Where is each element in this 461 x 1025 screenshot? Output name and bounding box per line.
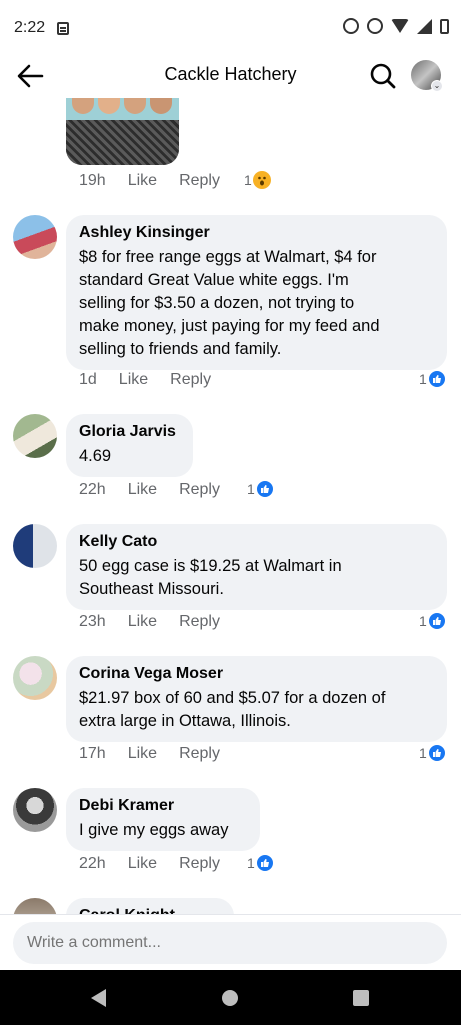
- comment-composer: [0, 914, 461, 970]
- comment-actions: 22h Like Reply: [79, 855, 220, 873]
- signal-icon: [417, 18, 432, 34]
- comment-text: 4.69: [79, 447, 112, 465]
- avatar[interactable]: [13, 524, 57, 568]
- reaction-count[interactable]: 1: [419, 370, 446, 388]
- comment-text: $21.97 box of 60 and $5.07 for a dozen o…: [79, 689, 386, 730]
- reaction-count[interactable]: 1: [419, 612, 446, 630]
- avatar[interactable]: [13, 898, 57, 914]
- comment-time: 19h: [79, 172, 106, 189]
- comment-actions: 1d Like Reply: [79, 371, 211, 389]
- comment-time: 1d: [79, 371, 97, 388]
- comment-time: 17h: [79, 745, 106, 762]
- reaction-count[interactable]: 1: [419, 744, 446, 762]
- reply-button[interactable]: Reply: [179, 855, 220, 873]
- sync-icon: [367, 18, 383, 34]
- like-reaction-icon: [255, 854, 274, 872]
- comment-time: 22h: [79, 481, 106, 498]
- app-header: Cackle Hatchery ⌄: [0, 56, 461, 96]
- comment-actions: 23h Like Reply: [79, 613, 220, 631]
- avatar[interactable]: [13, 414, 57, 458]
- comment-bubble[interactable]: Carol Knight: [66, 898, 234, 914]
- like-button[interactable]: Like: [128, 613, 157, 631]
- comment-author[interactable]: Corina Vega Moser: [79, 664, 433, 684]
- search-button[interactable]: [369, 62, 397, 90]
- comment-bubble[interactable]: Corina Vega Moser $21.97 box of 60 and $…: [66, 656, 447, 742]
- like-button[interactable]: Like: [128, 855, 157, 873]
- reaction-count[interactable]: 1: [247, 480, 274, 498]
- comment-actions: 17h Like Reply: [79, 745, 220, 763]
- profile-avatar-button[interactable]: ⌄: [411, 60, 443, 92]
- comment-time: 22h: [79, 855, 106, 872]
- status-icons: [343, 18, 449, 34]
- comments-feed[interactable]: 19h Like Reply 1 Ashley Kinsinger $8 for…: [0, 98, 461, 914]
- comment-author[interactable]: Carol Knight: [79, 906, 220, 914]
- avatar[interactable]: [13, 656, 57, 700]
- chevron-down-icon: ⌄: [431, 80, 443, 92]
- like-button[interactable]: Like: [128, 745, 157, 763]
- comment-bubble[interactable]: Debi Kramer I give my eggs away: [66, 788, 260, 851]
- like-button[interactable]: Like: [128, 172, 157, 190]
- like-reaction-icon: [427, 612, 446, 630]
- comment-input[interactable]: [13, 922, 447, 964]
- like-button[interactable]: Like: [128, 481, 157, 499]
- comment-actions: 22h Like Reply: [79, 481, 220, 499]
- back-nav-icon[interactable]: [91, 989, 106, 1007]
- comment-photo[interactable]: [66, 98, 179, 165]
- comment-author[interactable]: Ashley Kinsinger: [79, 223, 433, 243]
- wifi-icon: [391, 19, 409, 33]
- comment-text: $8 for free range eggs at Walmart, $4 fo…: [79, 248, 380, 358]
- reply-button[interactable]: Reply: [179, 172, 220, 190]
- reaction-count[interactable]: 1: [247, 854, 274, 872]
- notification-icon: [57, 21, 70, 35]
- home-nav-icon[interactable]: [222, 990, 238, 1006]
- like-reaction-icon: [427, 370, 446, 388]
- avatar[interactable]: [13, 215, 57, 259]
- system-nav-bar: [0, 970, 461, 1025]
- status-time: 2:22: [14, 19, 46, 36]
- comment-author[interactable]: Gloria Jarvis: [79, 422, 179, 442]
- comment-bubble[interactable]: Gloria Jarvis 4.69: [66, 414, 193, 477]
- reply-button[interactable]: Reply: [170, 371, 211, 389]
- alarm-icon: [343, 18, 359, 34]
- battery-icon: [440, 18, 449, 34]
- wow-reaction-icon: [252, 171, 271, 189]
- reply-button[interactable]: Reply: [179, 481, 220, 499]
- comment-bubble[interactable]: Kelly Cato 50 egg case is $19.25 at Walm…: [66, 524, 447, 610]
- search-icon: [370, 63, 396, 89]
- like-reaction-icon: [255, 480, 274, 498]
- like-button[interactable]: Like: [119, 371, 148, 389]
- like-reaction-icon: [427, 744, 446, 762]
- comment-actions: 19h Like Reply: [79, 172, 220, 190]
- reaction-count[interactable]: 1: [244, 171, 271, 189]
- recents-nav-icon[interactable]: [353, 990, 369, 1006]
- avatar[interactable]: [13, 788, 57, 832]
- comment-author[interactable]: Kelly Cato: [79, 532, 433, 552]
- comment-text: 50 egg case is $19.25 at Walmart in Sout…: [79, 557, 342, 598]
- reply-button[interactable]: Reply: [179, 745, 220, 763]
- comment-text: I give my eggs away: [79, 821, 229, 839]
- comment-time: 23h: [79, 613, 106, 630]
- reply-button[interactable]: Reply: [179, 613, 220, 631]
- comment-bubble[interactable]: Ashley Kinsinger $8 for free range eggs …: [66, 215, 447, 370]
- comment-author[interactable]: Debi Kramer: [79, 796, 246, 816]
